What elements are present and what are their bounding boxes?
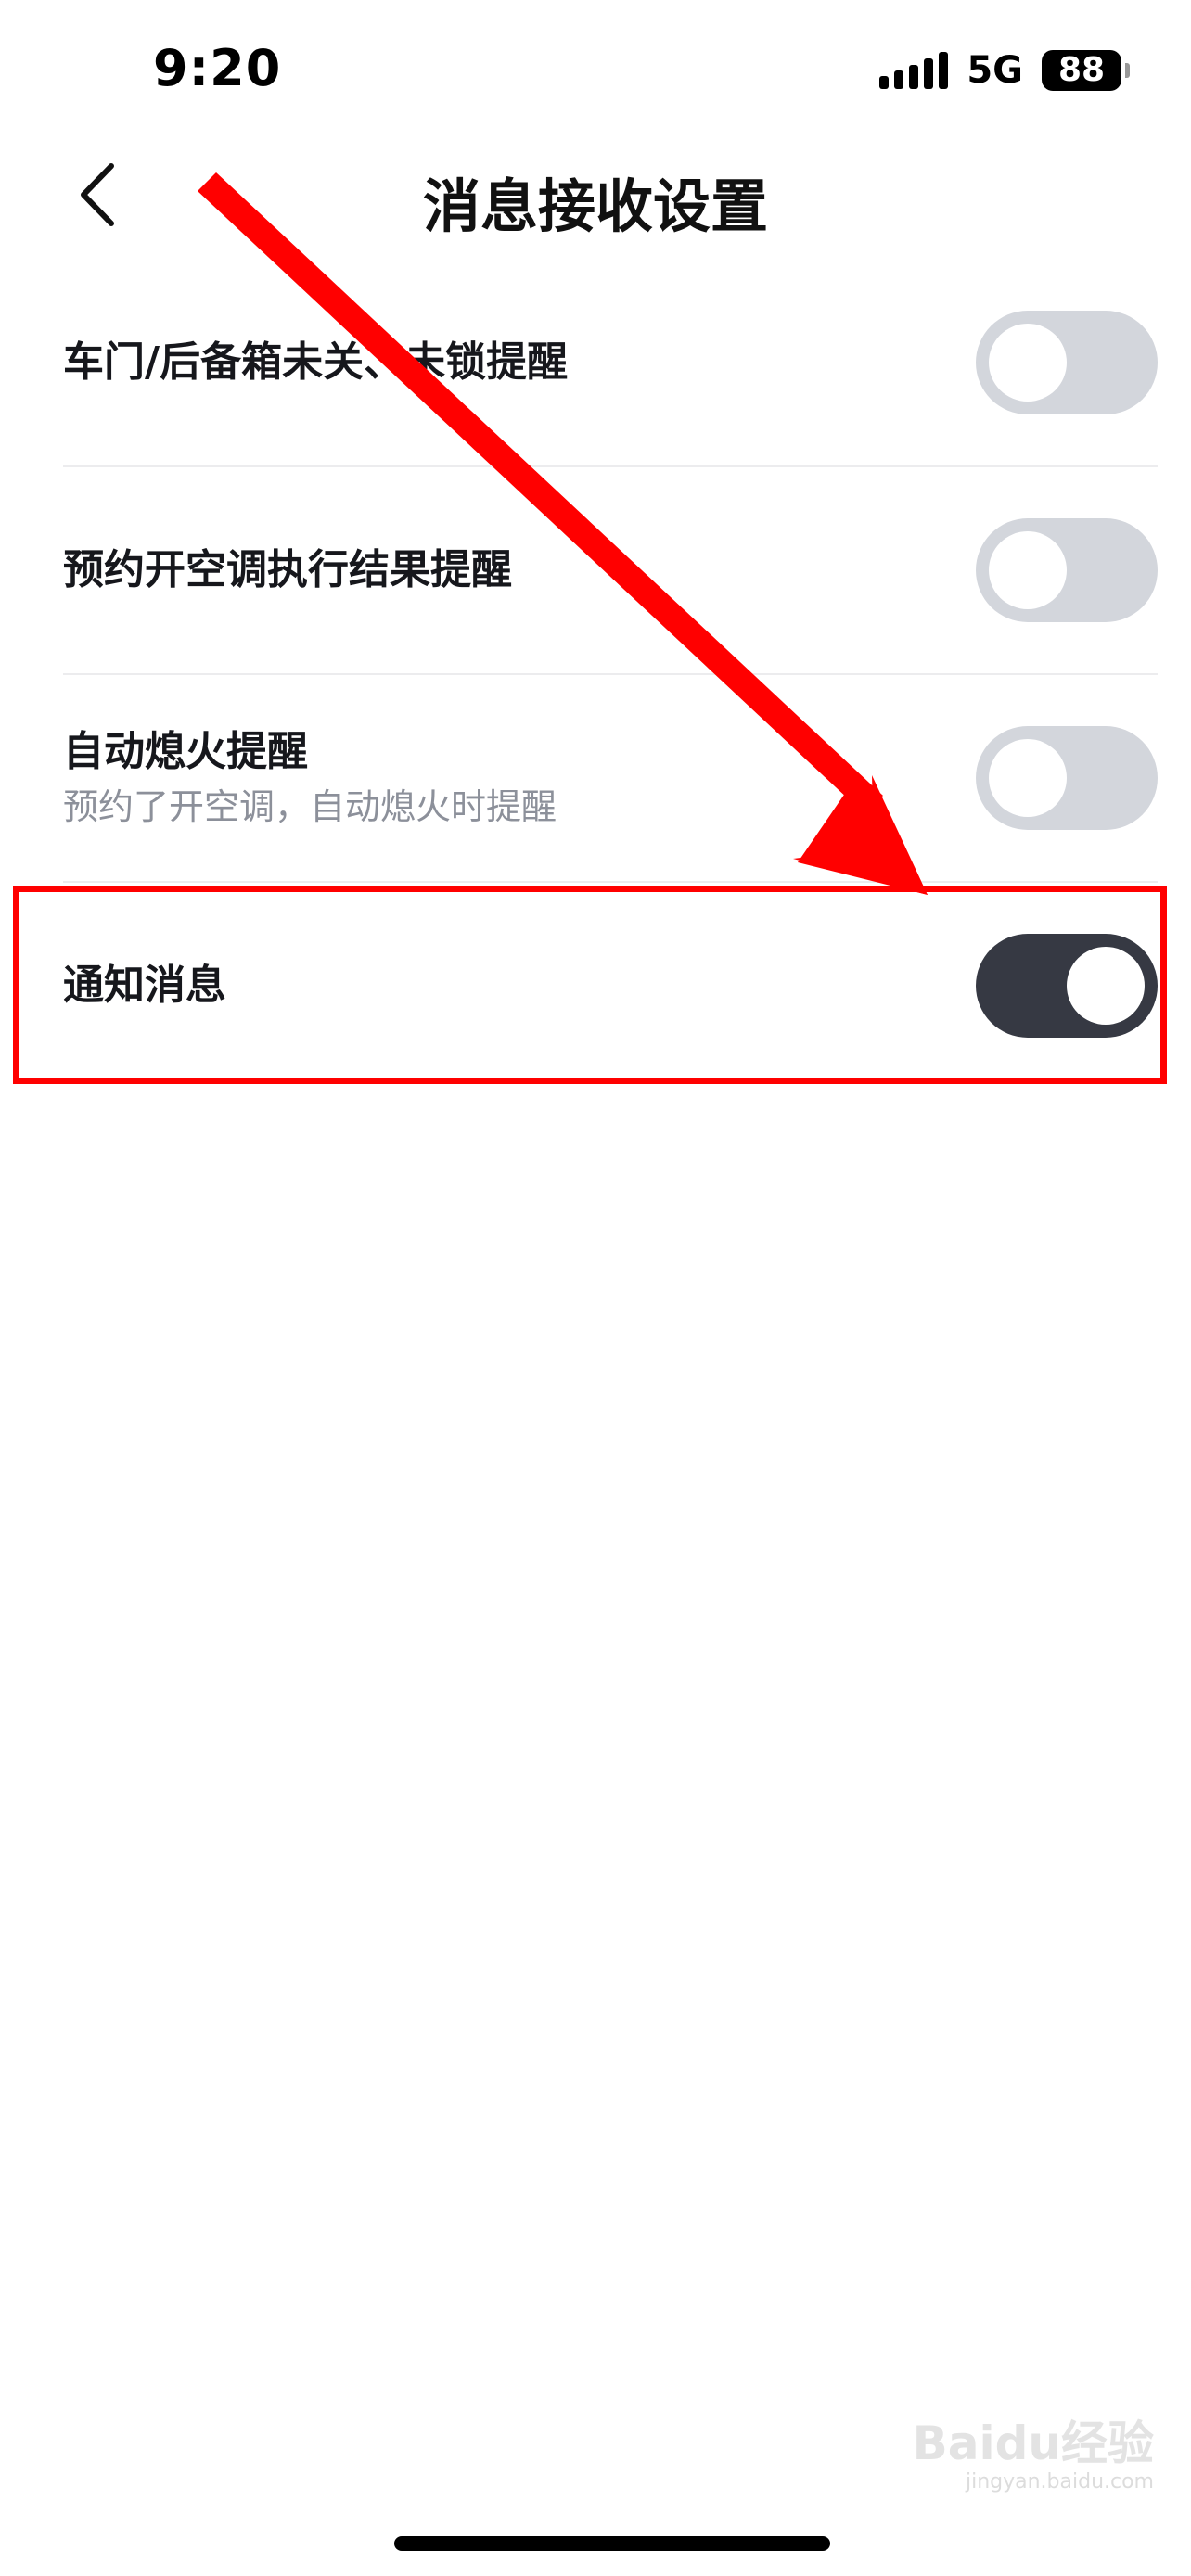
watermark-text: Baidu经验 [912, 2417, 1154, 2470]
ac-result-reminder-toggle[interactable] [976, 518, 1158, 622]
setting-title: 车门/后备箱未关、未锁提醒 [63, 338, 569, 386]
setting-row-door-trunk: 车门/后备箱未关、未锁提醒 [63, 260, 1158, 467]
home-indicator[interactable] [394, 2536, 830, 2551]
page-title: 消息接收设置 [422, 172, 768, 240]
battery-cap [1125, 63, 1130, 78]
screen: 9:20 5G 88 消息接收设置 车门/后备箱未关、未锁提醒 预约开空调执行结… [0, 0, 1191, 2576]
setting-text: 预约开空调执行结果提醒 [63, 546, 976, 595]
watermark: Baidu经验 jingyan.baidu.com [913, 2420, 1154, 2493]
setting-subtitle: 预约了开空调，自动熄火时提醒 [63, 785, 557, 827]
status-time: 9:20 [153, 39, 282, 97]
network-label: 5G [967, 49, 1023, 92]
watermark-url: jingyan.baidu.com [965, 2470, 1154, 2493]
annotation-highlight-box [13, 886, 1167, 1084]
toggle-knob [989, 739, 1067, 817]
auto-shutoff-reminder-toggle[interactable] [976, 726, 1158, 830]
setting-text: 车门/后备箱未关、未锁提醒 [63, 338, 976, 388]
battery-icon: 88 [1042, 50, 1121, 91]
status-indicators: 5G 88 [879, 48, 1130, 93]
toggle-knob [989, 324, 1067, 402]
setting-row-auto-shutoff: 自动熄火提醒 预约了开空调，自动熄火时提醒 [63, 675, 1158, 883]
setting-row-ac-result: 预约开空调执行结果提醒 [63, 467, 1158, 675]
setting-title: 预约开空调执行结果提醒 [63, 545, 512, 593]
signal-icon [879, 52, 949, 89]
toggle-knob [989, 531, 1067, 609]
nav-bar: 消息接收设置 [0, 139, 1191, 250]
status-bar: 9:20 5G 88 [0, 0, 1191, 139]
setting-text: 自动熄火提醒 预约了开空调，自动熄火时提醒 [63, 728, 976, 828]
setting-title: 自动熄火提醒 [63, 727, 308, 775]
battery-level: 88 [1057, 51, 1106, 89]
door-trunk-reminder-toggle[interactable] [976, 311, 1158, 414]
